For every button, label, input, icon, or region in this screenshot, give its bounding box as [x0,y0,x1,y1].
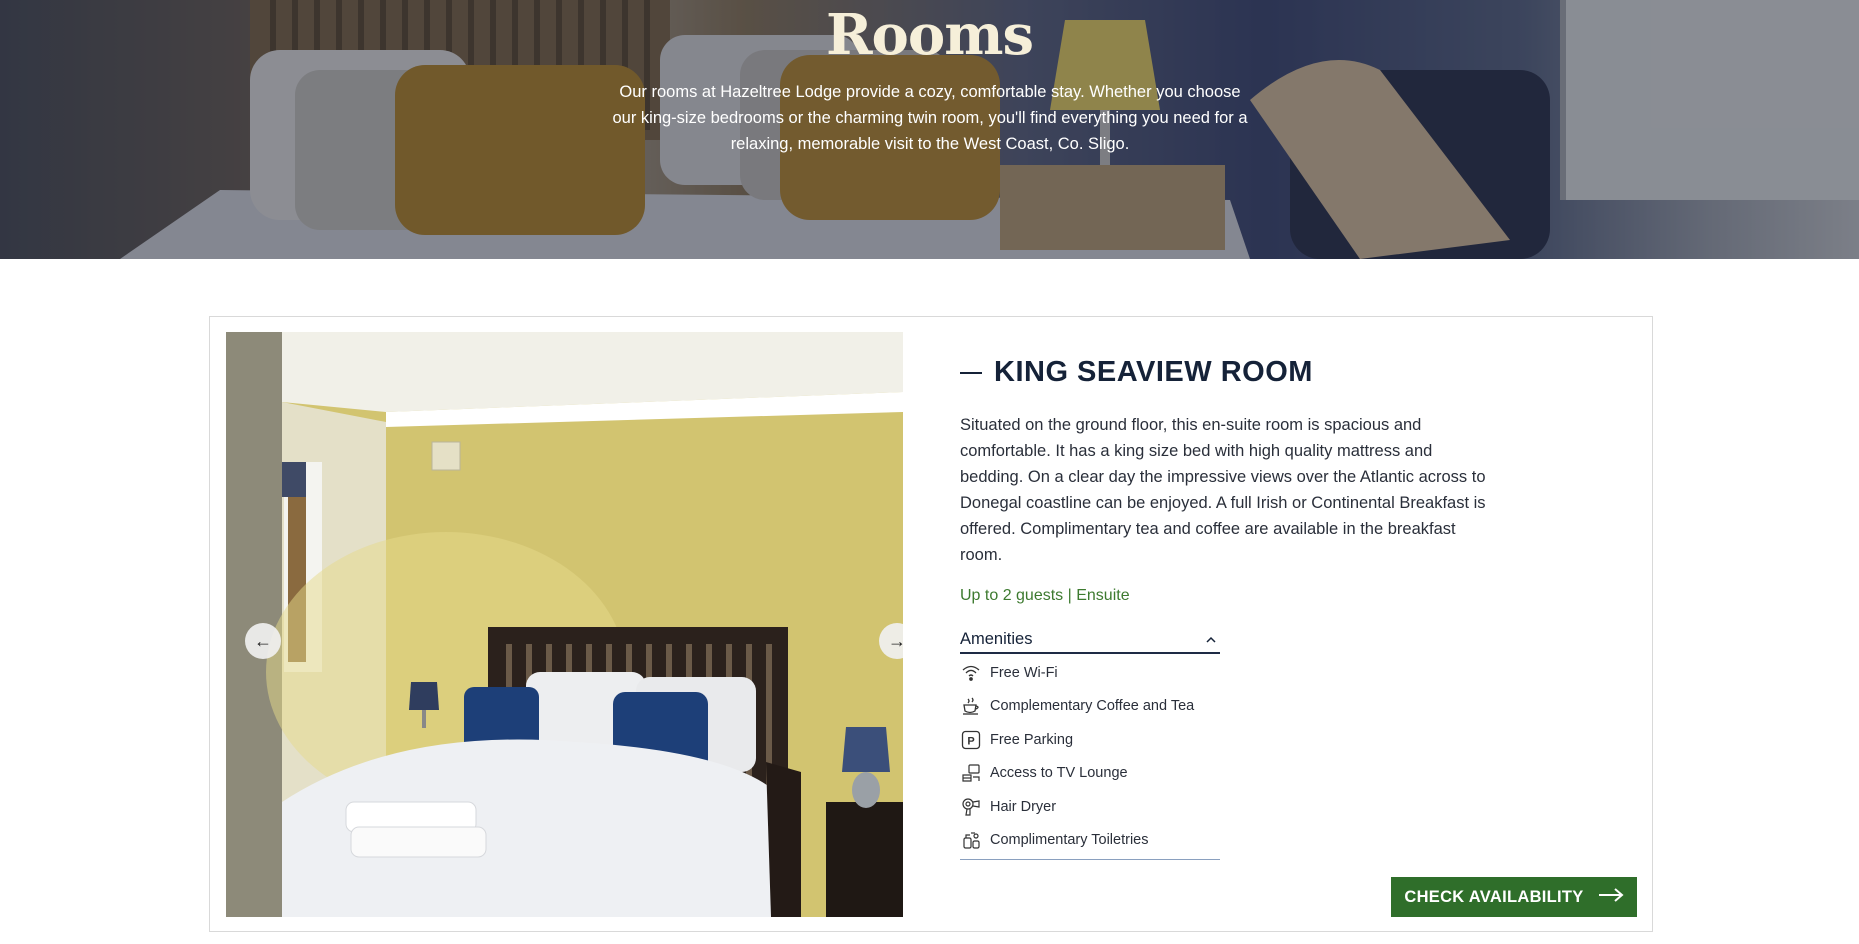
amenity-item: Free Wi-Fi [960,656,1220,690]
arrow-right-icon [1598,887,1624,907]
title-dash [960,371,982,374]
room-photo [226,332,903,917]
room-title-text: KING SEAVIEW ROOM [994,356,1313,388]
amenity-item: P Free Parking [960,723,1220,757]
chevron-up-icon [1206,632,1216,646]
svg-text:P: P [967,735,974,747]
amenity-item: Complementary Coffee and Tea [960,690,1220,724]
hero-banner: Rooms Our rooms at Hazeltree Lodge provi… [0,0,1859,259]
hero-intro: Our rooms at Hazeltree Lodge provide a c… [612,83,1248,153]
check-availability-label: CHECK AVAILABILITY [1404,887,1584,906]
room-capacity: Up to 2 guests | Ensuite [960,587,1130,604]
wifi-icon [960,662,982,684]
amenities-list: Free Wi-Fi Complementary Coffee and Tea … [960,654,1220,860]
toiletries-icon [960,829,982,851]
room-photo-carousel[interactable]: ← → [226,332,903,917]
amenity-item: Complimentary Toiletries [960,824,1220,858]
tv-lounge-icon [960,762,982,784]
amenities-toggle[interactable]: Amenities [960,626,1220,654]
room-card: ← → KING SEAVIEW ROOM Situated on the gr… [209,316,1653,932]
amenity-label: Free Parking [990,731,1074,748]
amenity-label: Free Wi-Fi [990,664,1058,681]
amenity-label: Hair Dryer [990,798,1057,815]
hair-dryer-icon [960,796,982,818]
amenities-accordion: Amenities Free Wi-Fi Complementary Coffe… [960,626,1220,860]
amenity-item: Hair Dryer [960,790,1220,824]
page-title: Rooms [825,2,1034,68]
amenities-label: Amenities [960,629,1033,648]
amenity-item: Access to TV Lounge [960,757,1220,791]
coffee-icon [960,695,982,717]
room-description: Situated on the ground floor, this en-su… [960,416,1486,564]
amenity-label: Complementary Coffee and Tea [990,698,1195,715]
room-title: KING SEAVIEW ROOM [960,356,1313,389]
amenity-label: Access to TV Lounge [990,765,1128,782]
carousel-prev-button[interactable]: ← [245,623,281,659]
amenity-label: Complimentary Toiletries [990,832,1149,849]
check-availability-button[interactable]: CHECK AVAILABILITY [1391,877,1637,917]
parking-icon: P [960,729,982,751]
